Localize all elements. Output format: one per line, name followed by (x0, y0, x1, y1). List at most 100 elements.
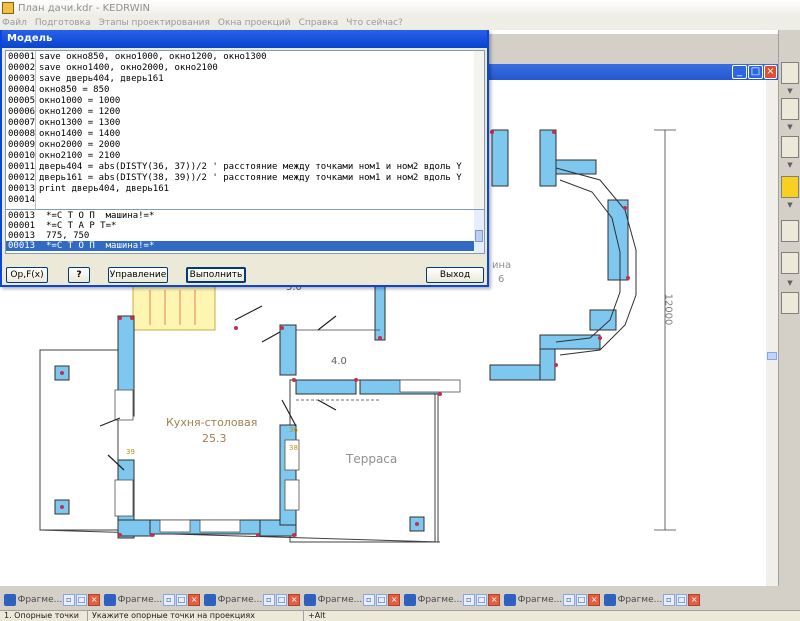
chevron-down-icon[interactable]: ▼ (784, 124, 796, 131)
chevron-down-icon[interactable]: ▼ (784, 280, 796, 287)
fragment-icon (4, 594, 16, 606)
room-terrace-label: Терраса (346, 452, 398, 466)
code-text: print дверь404, дверь161 (39, 184, 170, 194)
stack-icon[interactable] (781, 292, 799, 314)
control-button[interactable]: Управление (108, 267, 168, 283)
fragment-window-7[interactable]: Фрагме... ▫ □ × (604, 592, 700, 608)
log-line[interactable]: 00013 *=С Т О П машина!=* (6, 211, 474, 221)
restore-icon[interactable]: ▫ (663, 594, 675, 606)
layers-icon[interactable] (781, 220, 799, 242)
dimension-12000: 12000 (662, 293, 674, 326)
fragment-window-5[interactable]: Фрагме... ▫ □ × (404, 592, 500, 608)
doc-maximize-button[interactable]: □ (748, 65, 763, 79)
code-text: дверь161 = abs(DISTY(38, 39))/2 ' рассто… (39, 173, 462, 183)
menu-prepare[interactable]: Подготовка (35, 18, 91, 28)
opf-button[interactable]: Op,F(x) (6, 267, 48, 283)
code-text: дверь404 = abs(DISTY(36, 37))/2 ' рассто… (39, 162, 462, 172)
code-text: save окно1400, окно2000, окно2100 (39, 63, 218, 73)
close-icon[interactable]: × (688, 594, 700, 606)
log-scrollbar-thumb[interactable] (475, 230, 483, 242)
menu-whats-now[interactable]: Что сейчас? (346, 18, 403, 28)
maximize-icon[interactable]: □ (375, 594, 388, 606)
dimension-4-0: 4.0 (331, 356, 347, 367)
log-line-selected[interactable]: 00013 *=С Т О П машина!=* (6, 241, 474, 251)
right-toolbar: ▼ ▼ ▼ ▼ ▼ (778, 30, 800, 586)
log-scrollbar[interactable] (474, 210, 484, 253)
restore-icon[interactable]: ▫ (463, 594, 475, 606)
maximize-icon[interactable]: □ (75, 594, 88, 606)
room-kitchen-label: Кухня-столовая (166, 416, 258, 429)
chevron-down-icon[interactable]: ▼ (784, 202, 796, 209)
restore-icon[interactable]: ▫ (363, 594, 375, 606)
editor-scrollbar[interactable] (474, 51, 484, 225)
line-number: 00008 (8, 129, 36, 139)
fragment-icon (404, 594, 416, 606)
close-icon[interactable]: × (188, 594, 200, 606)
fragment-label: Фрагме... (417, 595, 463, 605)
fragment-label: Фрагме... (217, 595, 263, 605)
fragment-window-2[interactable]: Фрагме... ▫ □ × (104, 592, 200, 608)
main-title-bar[interactable]: План дачи.kdr - KEDRWIN (0, 0, 800, 16)
restore-icon[interactable]: ▫ (63, 594, 75, 606)
doc-close-button[interactable]: × (764, 65, 777, 79)
menu-file[interactable]: Файл (2, 18, 27, 28)
maximize-icon[interactable]: □ (275, 594, 288, 606)
run-button[interactable]: Выполнить (186, 267, 246, 283)
code-text: save окно850, окно1000, окно1200, окно13… (39, 52, 267, 62)
restore-icon[interactable]: ▫ (263, 594, 275, 606)
log-line[interactable]: 00013 775, 750 (6, 231, 474, 241)
chevron-down-icon[interactable]: ▼ (784, 162, 796, 169)
maximize-icon[interactable]: □ (675, 594, 688, 606)
app-icon (2, 2, 14, 14)
close-icon[interactable]: × (488, 594, 500, 606)
menu-projection-windows[interactable]: Окна проекций (218, 18, 291, 28)
code-text: окно1300 = 1300 (39, 118, 121, 128)
menu-help[interactable]: Справка (299, 18, 339, 28)
line-number: 00011 (8, 162, 36, 172)
line-number: 00005 (8, 96, 36, 106)
help-button[interactable]: ? (68, 267, 90, 283)
restore-icon[interactable]: ▫ (563, 594, 575, 606)
code-text: окно1200 = 1200 (39, 107, 121, 117)
fragment-icon (104, 594, 116, 606)
room-kitchen-area: 25.3 (202, 432, 227, 445)
exit-button[interactable]: Выход (426, 267, 484, 283)
triangle-mesh-icon[interactable] (781, 98, 799, 120)
scrollbar-thumb[interactable] (767, 352, 777, 360)
close-icon[interactable]: × (88, 594, 100, 606)
chevron-down-icon[interactable]: ▼ (784, 88, 796, 95)
room-partial-number: 6 (498, 274, 505, 285)
fragment-label: Фрагме... (117, 595, 163, 605)
close-icon[interactable]: × (288, 594, 300, 606)
drawing-vertical-scrollbar[interactable] (766, 80, 778, 586)
close-icon[interactable]: × (588, 594, 600, 606)
maximize-icon[interactable]: □ (575, 594, 588, 606)
line-number: 00002 (8, 63, 36, 73)
model-dialog-title[interactable]: Модель (2, 30, 487, 48)
line-number: 00013 (8, 184, 36, 194)
fragment-window-3[interactable]: Фрагме... ▫ □ × (204, 592, 300, 608)
tower-icon[interactable] (781, 136, 799, 158)
log-line[interactable]: 00001 *=С Т А Р Т=* (6, 221, 474, 231)
doc-minimize-button[interactable]: _ (732, 65, 747, 79)
fragment-icon (204, 594, 216, 606)
restore-icon[interactable]: ▫ (163, 594, 175, 606)
node-points-icon[interactable] (781, 62, 799, 84)
code-editor[interactable]: 00001 save окно850, окно1000, окно1200, о… (5, 50, 485, 226)
grid-icon[interactable] (781, 252, 799, 274)
status-hint: Укажите опорные точки на проекциях (88, 610, 304, 621)
construction-icon[interactable] (781, 176, 799, 198)
output-log[interactable]: 00013 *=С Т О П машина!=* 00001 *=С Т А Р … (5, 209, 485, 254)
room-partial-label: ина (492, 260, 512, 271)
log-line-number: 00001 (8, 221, 36, 231)
fragment-label: Фрагме... (17, 595, 63, 605)
menu-stages[interactable]: Этапы проектирования (99, 18, 210, 28)
close-icon[interactable]: × (388, 594, 400, 606)
fragment-window-1[interactable]: Фрагме... ▫ □ × (4, 592, 100, 608)
fragment-window-6[interactable]: Фрагме... ▫ □ × (504, 592, 600, 608)
maximize-icon[interactable]: □ (475, 594, 488, 606)
log-text: 775, 750 (46, 231, 90, 241)
document-title-bar[interactable]: _ □ × (488, 64, 778, 80)
maximize-icon[interactable]: □ (175, 594, 188, 606)
fragment-window-4[interactable]: Фрагме... ▫ □ × (304, 592, 400, 608)
